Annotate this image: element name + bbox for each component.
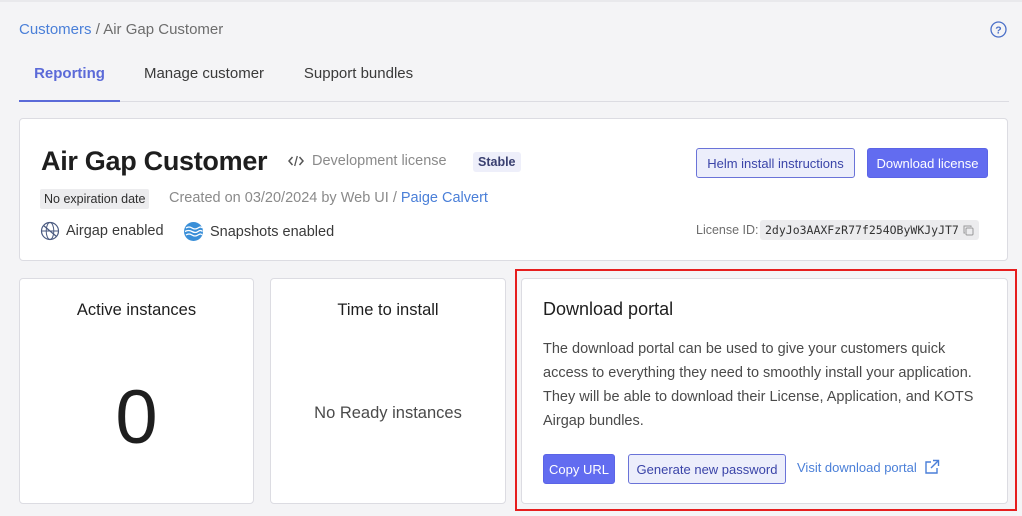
- created-text: Created on 03/20/2024 by Web UI /: [169, 190, 397, 206]
- breadcrumb-customers-link[interactable]: Customers: [19, 21, 92, 38]
- breadcrumb: Customers / Air Gap Customer: [19, 21, 223, 38]
- breadcrumb-current: Air Gap Customer: [103, 21, 224, 38]
- top-border: [0, 0, 1022, 2]
- helm-install-instructions-button[interactable]: Helm install instructions: [696, 148, 855, 178]
- breadcrumb-separator: /: [95, 21, 100, 38]
- active-instances-card: Active instances 0: [19, 278, 254, 504]
- help-icon[interactable]: ?: [990, 21, 1007, 38]
- customer-header-card: Air Gap Customer Development license Sta…: [19, 118, 1008, 261]
- highlight-box: [515, 269, 1017, 511]
- feature-airgap: Airgap enabled: [40, 221, 164, 241]
- active-instances-title: Active instances: [76, 301, 197, 319]
- download-license-button[interactable]: Download license: [867, 148, 988, 178]
- license-id-label: License ID:: [696, 223, 759, 237]
- tab-reporting[interactable]: Reporting: [19, 57, 120, 102]
- license-id-value: 2dyJo3AAXFzR77f254OByWKJyJT7: [765, 223, 959, 237]
- tab-support-bundles[interactable]: Support bundles: [303, 57, 414, 102]
- time-to-install-card: Time to install No Ready instances: [270, 278, 506, 504]
- created-info: Created on 03/20/2024 by Web UI / Paige …: [169, 190, 488, 206]
- channel-badge: Stable: [473, 152, 521, 172]
- customer-name: Air Gap Customer: [41, 146, 268, 176]
- tab-manage-customer[interactable]: Manage customer: [143, 57, 265, 102]
- active-instances-value: 0: [115, 375, 158, 460]
- code-icon: [288, 155, 304, 167]
- created-by-link[interactable]: Paige Calvert: [401, 190, 488, 206]
- copy-icon[interactable]: [963, 225, 974, 236]
- feature-snapshots-label: Snapshots enabled: [210, 223, 335, 240]
- feature-airgap-label: Airgap enabled: [66, 223, 164, 239]
- tab-bar: Reporting Manage customer Support bundle…: [19, 57, 1009, 102]
- time-to-install-title: Time to install: [337, 301, 439, 319]
- feature-snapshots: Snapshots enabled: [183, 221, 334, 242]
- expiration-badge: No expiration date: [40, 189, 150, 209]
- license-type-label: Development license: [312, 153, 447, 169]
- snapshots-icon: [184, 222, 203, 241]
- svg-text:?: ?: [995, 25, 1001, 37]
- globe-icon: [40, 221, 60, 241]
- license-id-field[interactable]: 2dyJo3AAXFzR77f254OByWKJyJT7: [760, 220, 979, 240]
- license-type: Development license: [288, 153, 447, 169]
- time-to-install-value: No Ready instances: [314, 404, 462, 422]
